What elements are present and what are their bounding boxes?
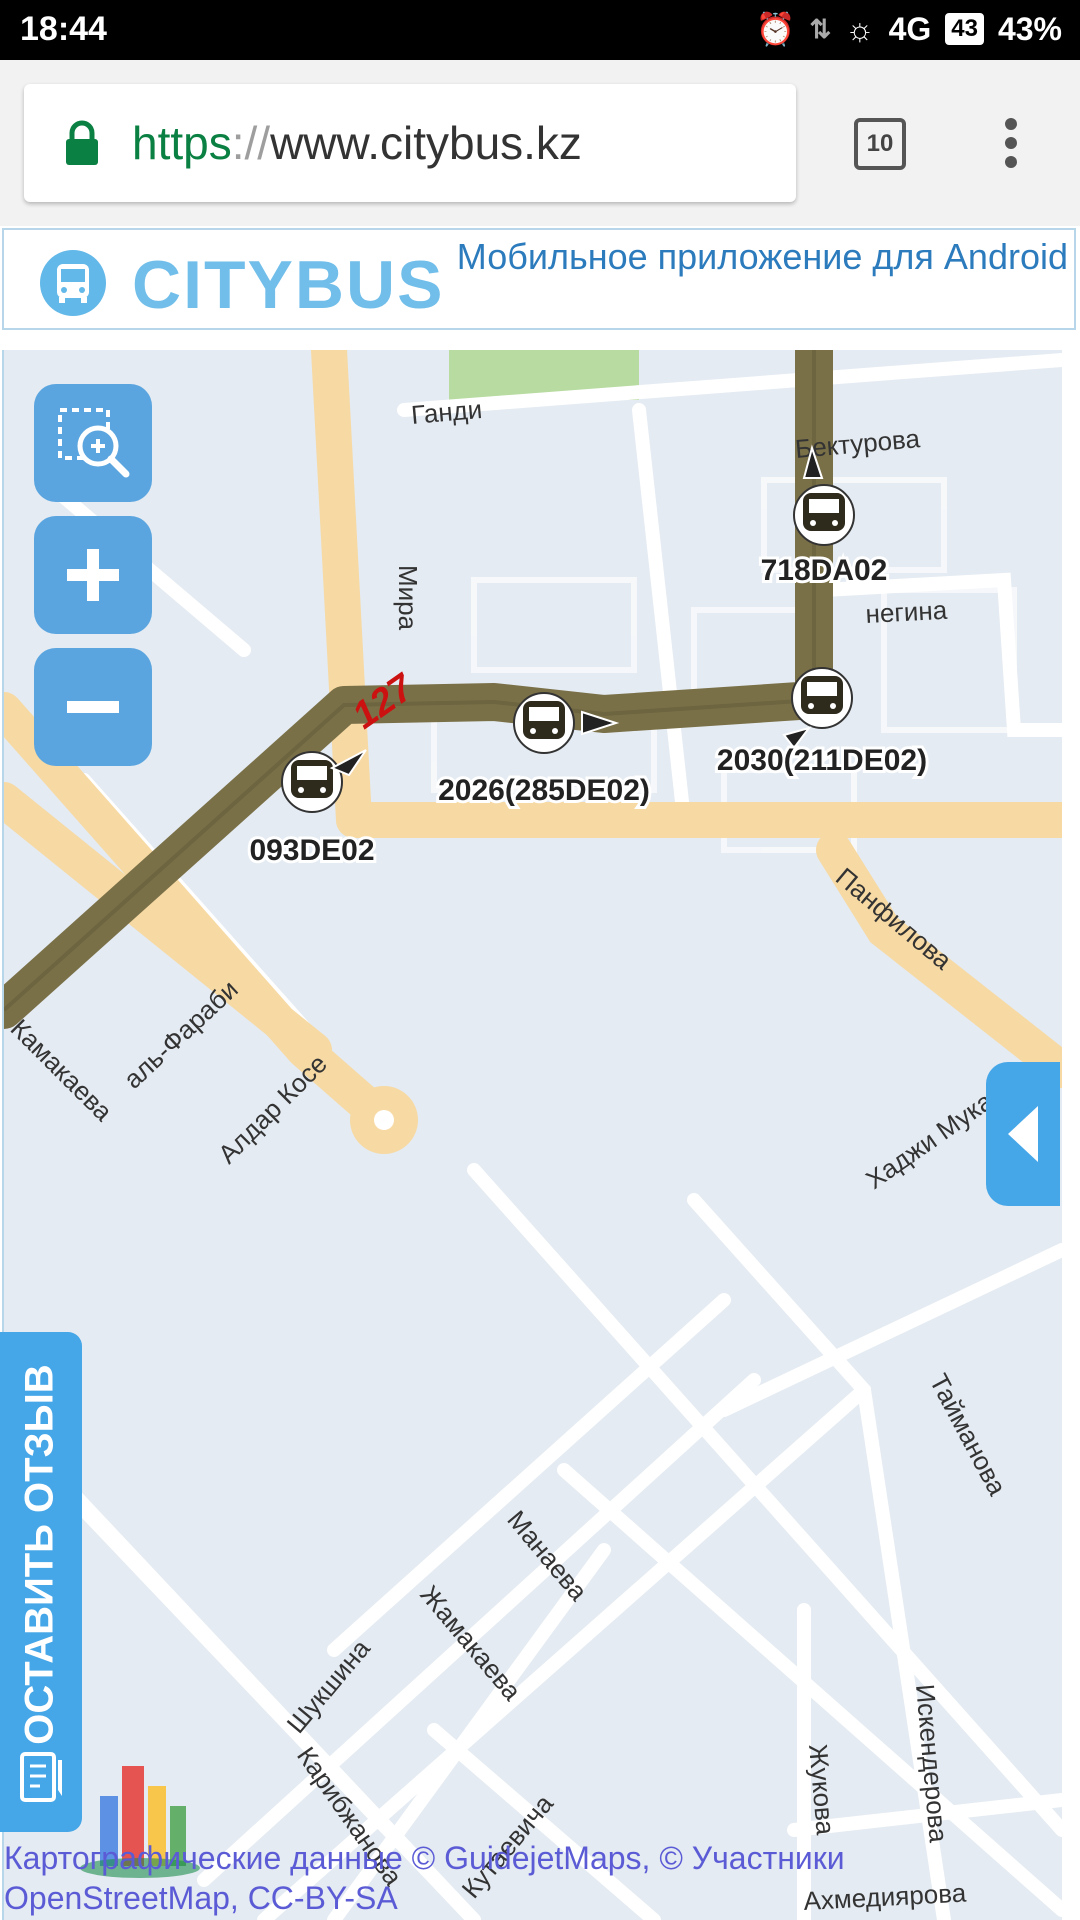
android-app-link[interactable]: Мобильное приложение для Android xyxy=(457,236,1068,278)
chevron-left-icon xyxy=(1008,1106,1038,1162)
vehicle-label: 093DE02 xyxy=(249,834,374,867)
zoom-in-button[interactable] xyxy=(34,516,152,634)
map-attribution[interactable]: Картографические данные © GuidejetMaps, … xyxy=(4,1838,904,1918)
url-text[interactable]: https://www.citybus.kz xyxy=(132,116,582,170)
battery-icon: 43 xyxy=(945,13,984,45)
zoom-area-icon xyxy=(58,408,130,478)
attribution-line: OpenStreetMap, CC-BY-SA xyxy=(4,1880,398,1916)
brightness-icon: ☼ xyxy=(845,10,875,47)
bus-icon xyxy=(801,676,843,714)
vehicle-label: 2026(285DE02) xyxy=(438,774,650,807)
feedback-form-icon xyxy=(20,1752,62,1802)
tab-switcher-button[interactable]: 10 xyxy=(854,118,906,170)
street-label: Алдар Косе xyxy=(212,1048,333,1169)
bus-logo-icon xyxy=(40,250,106,316)
map-canvas[interactable]: 127 Ганди Мира Бектурова негина аль-Фара… xyxy=(4,350,1062,1920)
map-view[interactable]: 127 Ганди Мира Бектурова негина аль-Фара… xyxy=(2,350,1062,1920)
bus-icon xyxy=(803,493,845,531)
overflow-menu-icon[interactable] xyxy=(996,118,1026,172)
battery-percent: 43% xyxy=(997,10,1062,47)
street-label: Тайманова xyxy=(924,1369,1013,1501)
vehicle-label: 718DA02 xyxy=(761,554,888,587)
street-label: Мира xyxy=(393,565,423,631)
street-label: аль-Фараби xyxy=(118,974,244,1094)
url-bar[interactable]: https://www.citybus.kz xyxy=(24,84,796,202)
plus-icon xyxy=(67,549,119,601)
status-bar: 18:44 ⏰ ⇅ ☼ 4G 43 43% xyxy=(0,0,1080,60)
lock-icon xyxy=(66,120,98,165)
attribution-line: Картографические данные © GuidejetMaps, … xyxy=(4,1840,845,1876)
street-label: негина xyxy=(865,595,949,629)
browser-toolbar: https://www.citybus.kz 10 xyxy=(0,60,1080,226)
minus-icon xyxy=(67,701,119,713)
alarm-icon: ⏰ xyxy=(755,11,796,47)
status-time: 18:44 xyxy=(20,10,107,48)
logo-text: CITYBUS xyxy=(132,247,445,323)
network-type: 4G xyxy=(888,10,932,47)
bus-icon xyxy=(523,701,565,739)
street-labels: Ганди Мира Бектурова негина аль-Фараби П… xyxy=(5,394,1023,1916)
street-label: Ганди xyxy=(410,394,483,430)
data-arrows-icon: ⇅ xyxy=(809,13,832,44)
feedback-label: ОСТАВИТЬ ОТЗЫВ xyxy=(17,1364,62,1745)
status-indicators: ⏰ ⇅ ☼ 4G 43 43% xyxy=(756,10,1062,48)
side-panel-toggle[interactable] xyxy=(986,1062,1060,1206)
zoom-area-button[interactable] xyxy=(34,384,152,502)
site-header: CITYBUS Мобильное приложение для Android xyxy=(2,228,1076,330)
street-label: Камакаева xyxy=(5,1013,119,1127)
vehicle-label: 2030(211DE02) xyxy=(717,744,927,777)
zoom-out-button[interactable] xyxy=(34,648,152,766)
bus-icon xyxy=(291,760,333,798)
